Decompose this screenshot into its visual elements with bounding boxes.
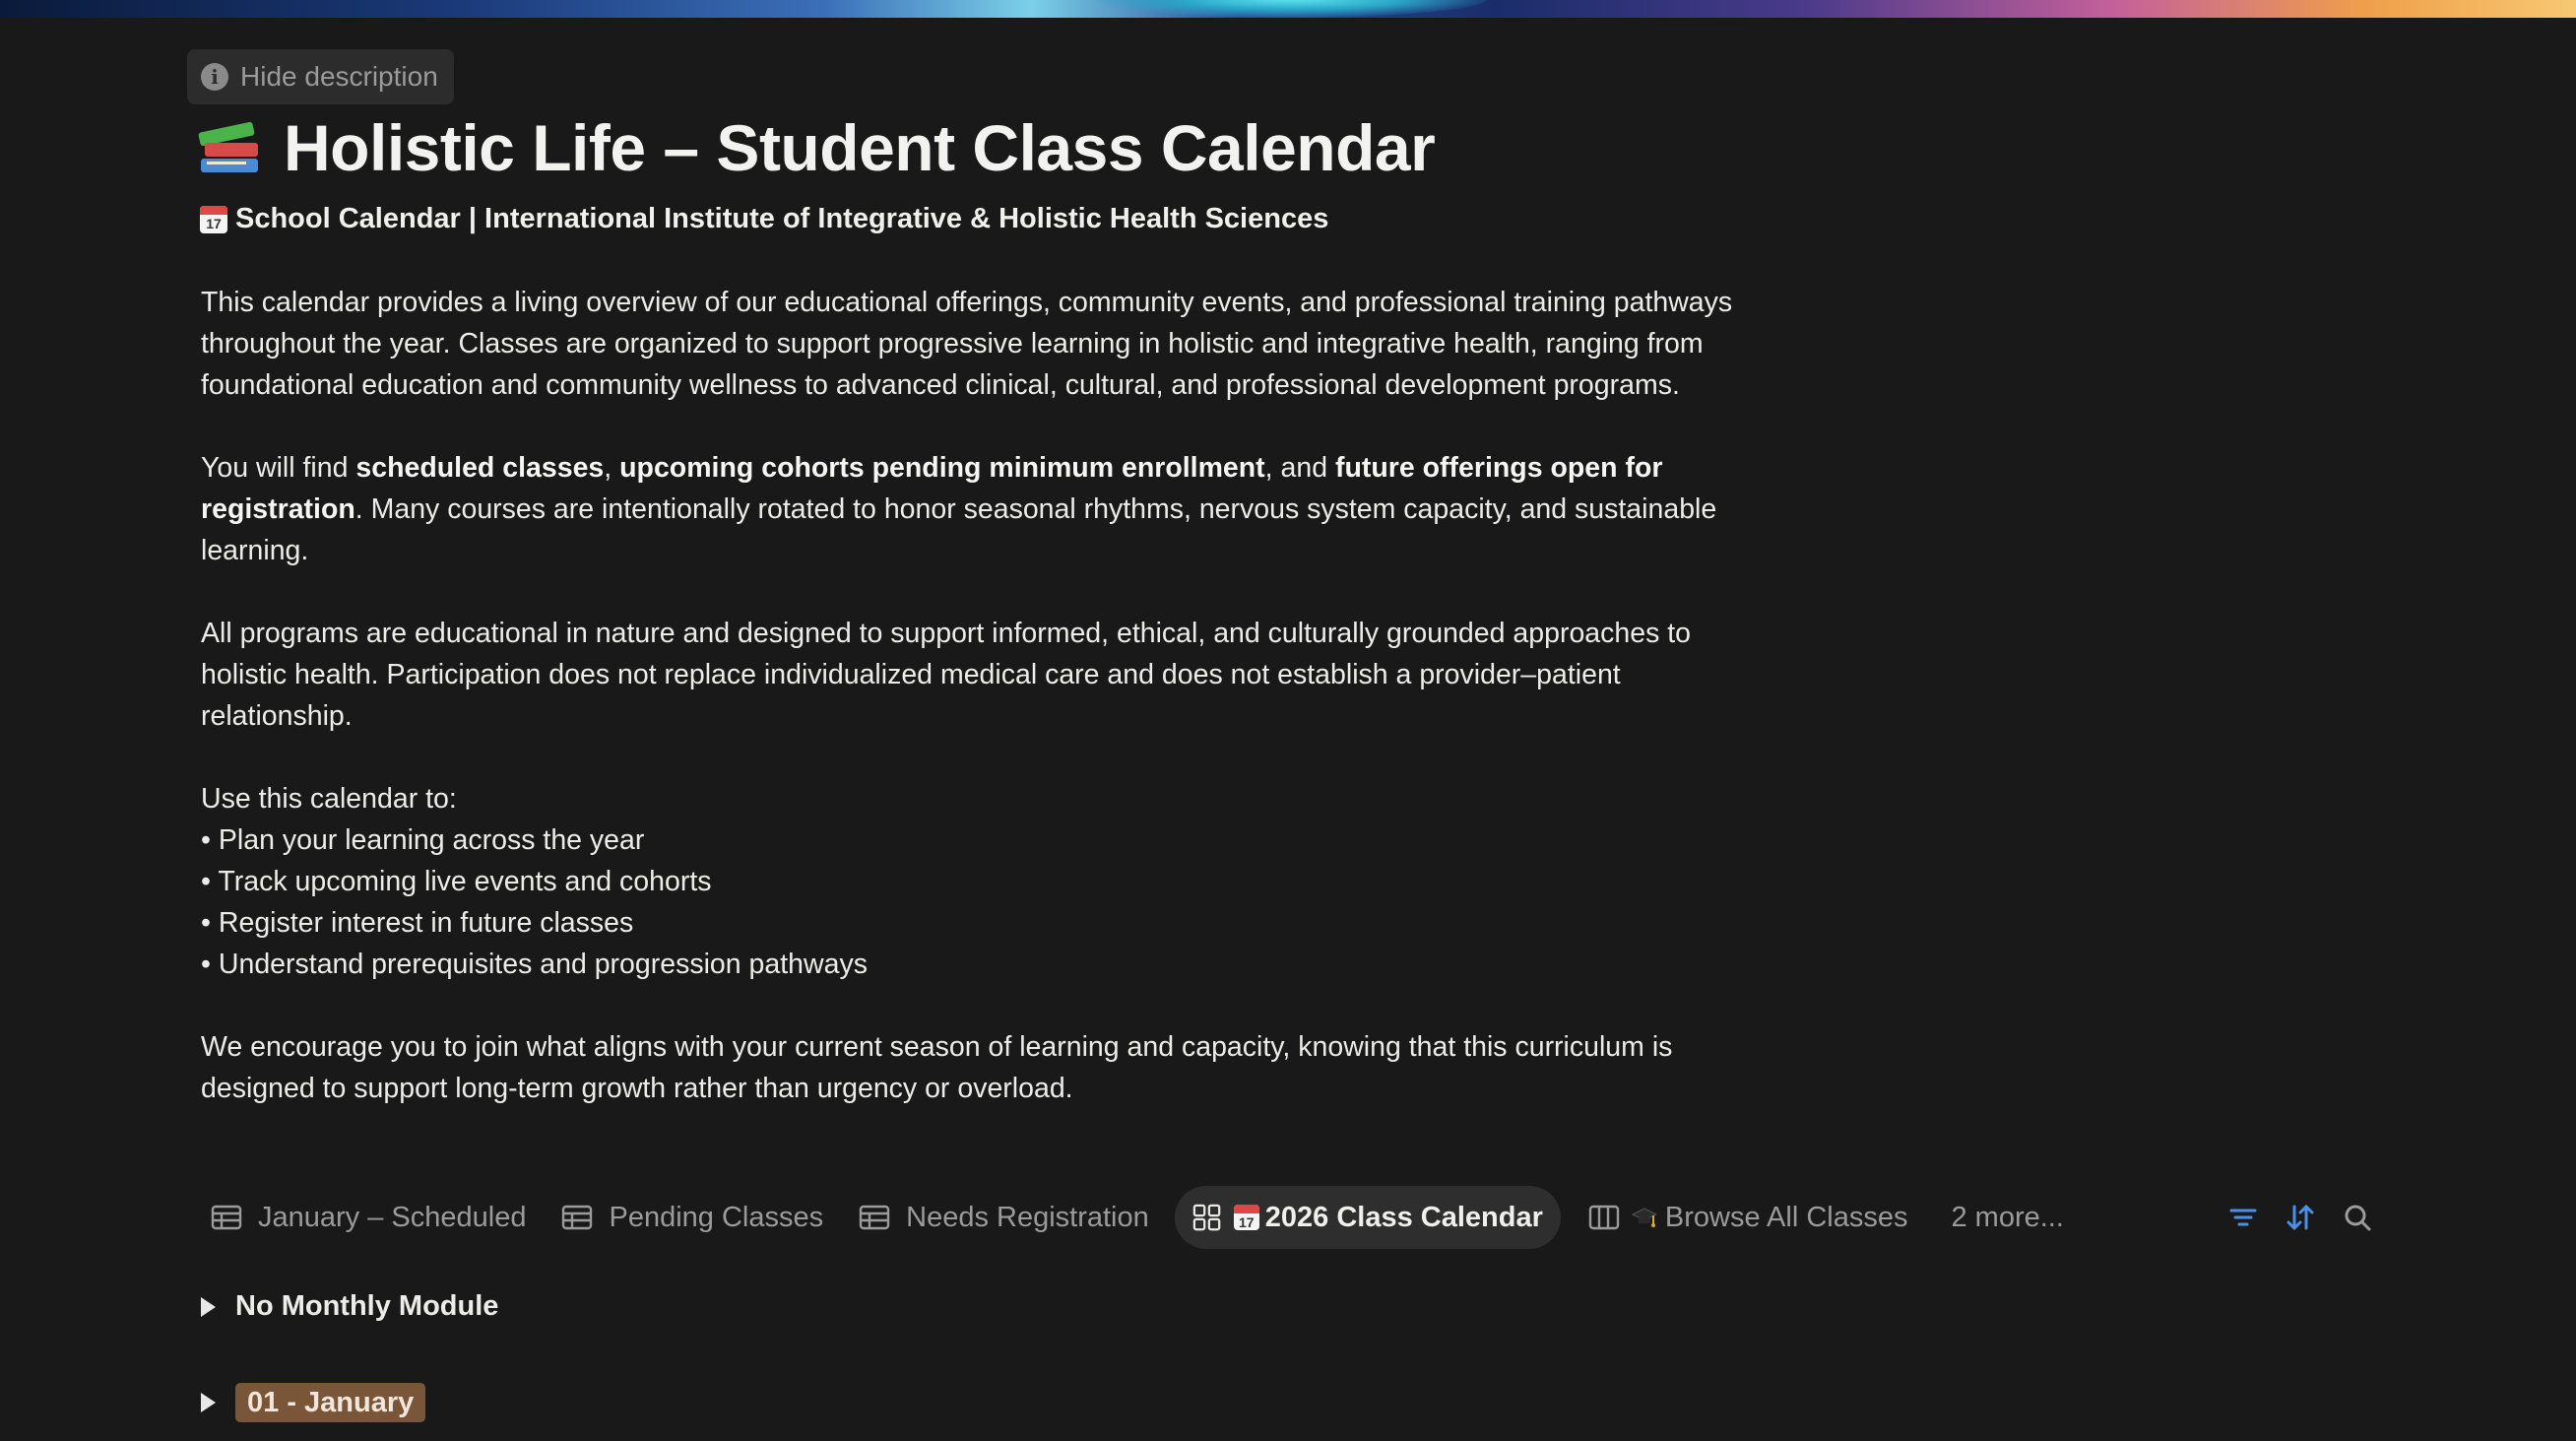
database-description: This calendar provides a living overview…	[201, 282, 1737, 1109]
filter-icon[interactable]	[2227, 1202, 2259, 1233]
tab-label: Browse All Classes	[1664, 1201, 1908, 1233]
table-icon	[211, 1205, 242, 1230]
cover-glow	[1093, 0, 1487, 18]
tab-january-scheduled[interactable]: January – Scheduled	[193, 1186, 544, 1249]
description-list: Use this calendar to: • Plan your learni…	[201, 778, 1737, 985]
calendar-icon	[1233, 1205, 1259, 1230]
cover-image	[0, 0, 2576, 18]
description-paragraph: You will find scheduled classes, upcomin…	[201, 452, 1717, 566]
table-icon	[859, 1205, 890, 1230]
list-item: • Understand prerequisites and progressi…	[201, 949, 868, 980]
group-no-monthly-module[interactable]: No Monthly Module	[201, 1290, 498, 1323]
list-item: • Track upcoming live events and cohorts	[201, 866, 712, 897]
info-icon: i	[201, 63, 228, 91]
board-icon	[1588, 1205, 1620, 1230]
view-toolbar	[2227, 1202, 2373, 1233]
tab-label: Pending Classes	[609, 1201, 824, 1233]
list-item: • Register interest in future classes	[201, 907, 634, 939]
tab-needs-registration[interactable]: Needs Registration	[841, 1186, 1167, 1249]
tab-label: Needs Registration	[906, 1201, 1149, 1233]
search-icon[interactable]	[2342, 1202, 2373, 1233]
list-item: • Plan your learning across the year	[201, 824, 645, 856]
group-01-january[interactable]: 01 - January	[201, 1383, 426, 1422]
tab-browse-all-classes[interactable]: Browse All Classes	[1571, 1186, 1926, 1249]
description-paragraph: All programs are educational in nature a…	[201, 618, 1692, 732]
page-header: Holistic Life – Student Class Calendar	[197, 110, 1436, 185]
tab-label: 2026 Class Calendar	[1264, 1201, 1543, 1233]
graduation-cap-icon	[1631, 1208, 1657, 1227]
subtitle-text: School Calendar | International Institut…	[235, 203, 1329, 234]
list-intro: Use this calendar to:	[201, 783, 457, 815]
group-label: 01 - January	[235, 1383, 426, 1422]
hide-description-button[interactable]: i Hide description	[187, 49, 454, 104]
table-icon	[562, 1205, 593, 1230]
tab-label: January – Scheduled	[258, 1201, 527, 1233]
books-icon[interactable]	[197, 115, 262, 180]
group-label: No Monthly Module	[235, 1290, 499, 1322]
view-tabs: January – Scheduled Pending Classes Need…	[193, 1186, 2082, 1249]
more-views-button[interactable]: 2 more...	[1933, 1202, 2081, 1234]
calendar-icon	[200, 205, 227, 233]
description-paragraph: We encourage you to join what aligns wit…	[201, 1031, 1673, 1104]
gallery-icon	[1192, 1204, 1221, 1231]
tab-pending-classes[interactable]: Pending Classes	[544, 1186, 841, 1249]
tab-2026-class-calendar[interactable]: 2026 Class Calendar	[1174, 1186, 1561, 1249]
page-subtitle: School Calendar | International Institut…	[200, 203, 1328, 235]
page-title[interactable]: Holistic Life – Student Class Calendar	[284, 110, 1436, 185]
sort-icon[interactable]	[2285, 1202, 2316, 1233]
description-paragraph: This calendar provides a living overview…	[201, 287, 1733, 401]
hide-description-label: Hide description	[240, 61, 438, 92]
collapse-toggle-icon[interactable]	[201, 1393, 216, 1412]
collapse-toggle-icon[interactable]	[201, 1296, 216, 1317]
